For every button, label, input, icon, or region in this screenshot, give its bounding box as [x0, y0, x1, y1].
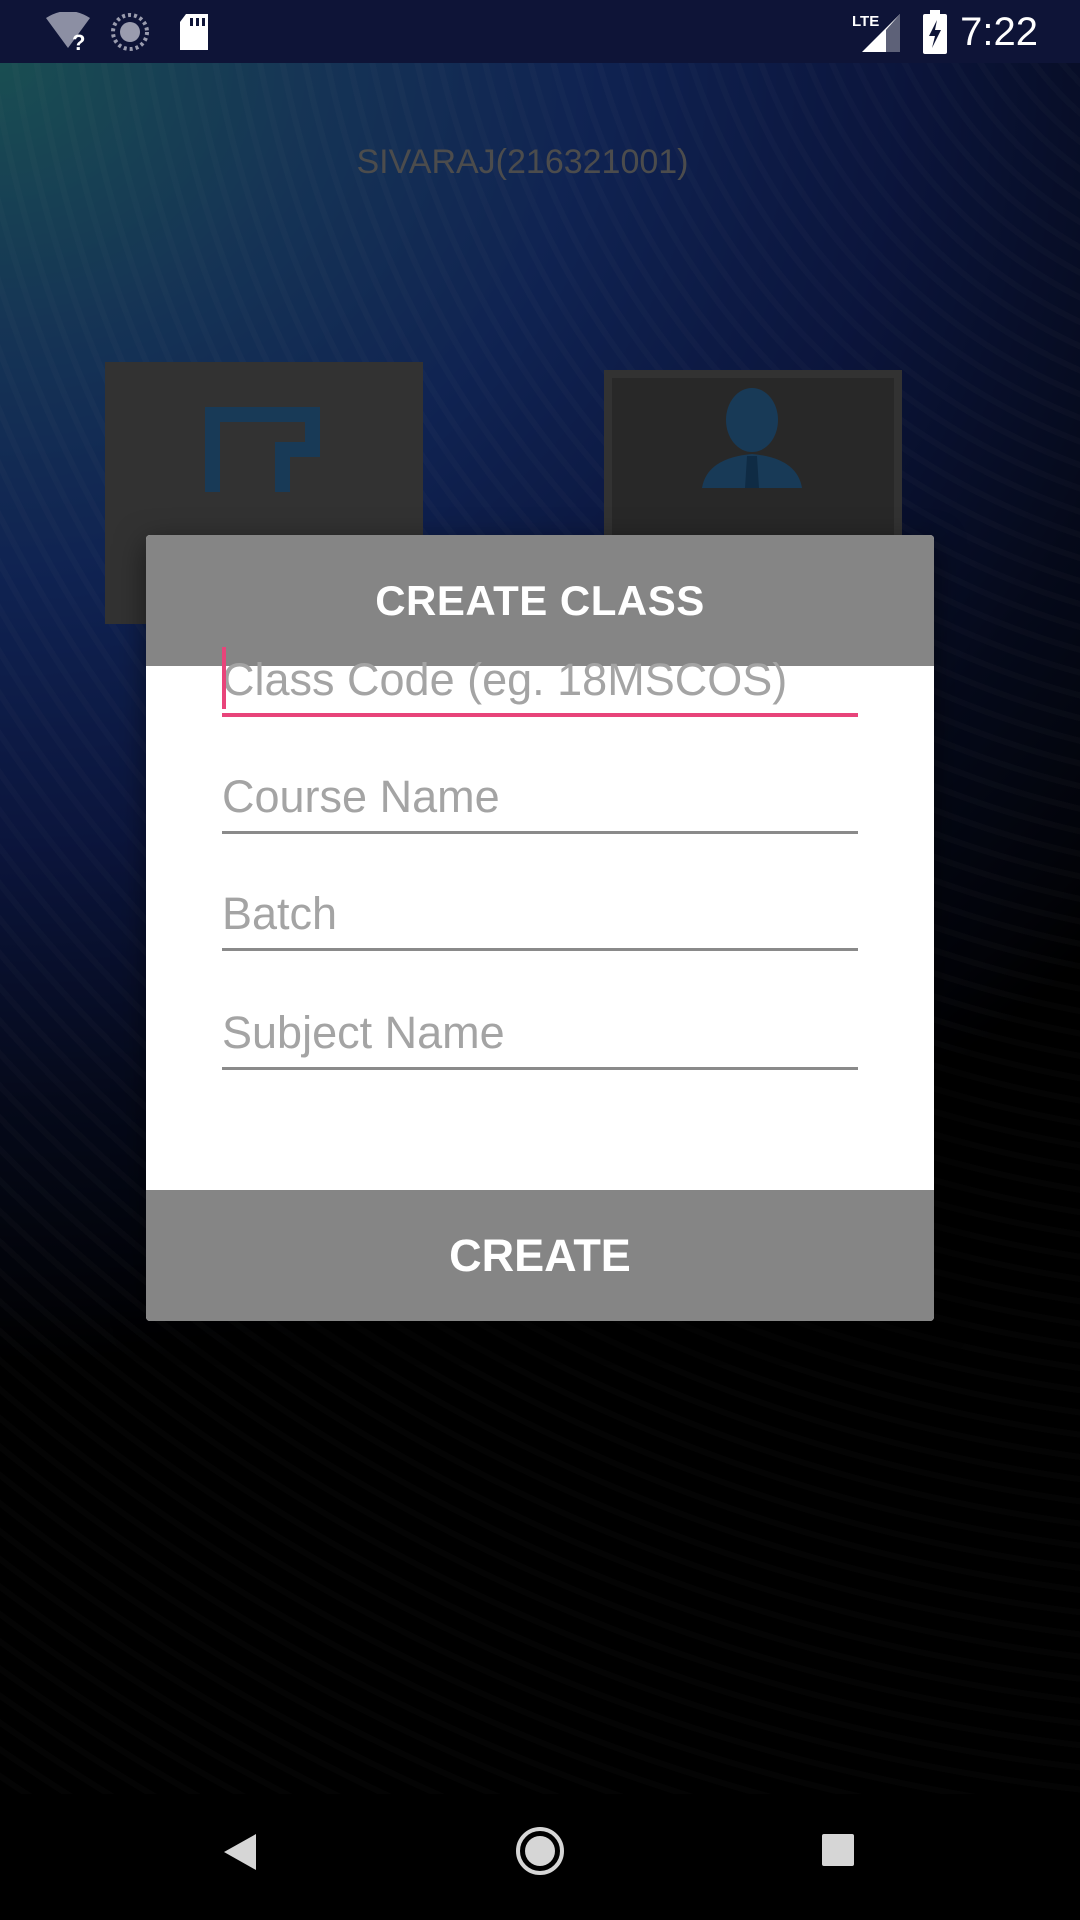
screen: ? LTE 7:22 SIVARAJ(216321001) CREATE CLA…	[0, 0, 1080, 1920]
svg-text:?: ?	[72, 30, 85, 52]
batch-input[interactable]	[222, 881, 858, 947]
status-bar: ? LTE 7:22	[0, 0, 1080, 63]
lte-signal-icon: LTE	[852, 10, 902, 59]
create-button-label: CREATE	[449, 1229, 631, 1281]
svg-text:LTE: LTE	[852, 13, 879, 30]
battery-charging-icon	[922, 10, 948, 59]
subject-name-field[interactable]	[222, 1000, 858, 1070]
class-code-field[interactable]	[222, 647, 858, 717]
sd-card-icon	[178, 12, 210, 57]
course-name-input[interactable]	[222, 764, 858, 830]
navigation-bar	[0, 1794, 1080, 1920]
recents-icon[interactable]	[820, 1832, 856, 1873]
sync-icon	[110, 12, 150, 57]
dialog-title: CREATE CLASS	[375, 576, 705, 624]
clock-time: 7:22	[960, 10, 1038, 54]
back-icon[interactable]	[222, 1832, 258, 1877]
batch-field[interactable]	[222, 881, 858, 951]
home-icon[interactable]	[515, 1826, 565, 1881]
text-cursor	[222, 647, 226, 709]
wifi-unknown-icon: ?	[44, 11, 92, 57]
course-name-field[interactable]	[222, 764, 858, 834]
subject-name-input[interactable]	[222, 1000, 858, 1066]
class-code-input[interactable]	[222, 647, 858, 713]
create-button[interactable]: CREATE	[146, 1190, 934, 1321]
create-class-dialog: CREATE CLASS CREATE	[146, 535, 934, 1321]
